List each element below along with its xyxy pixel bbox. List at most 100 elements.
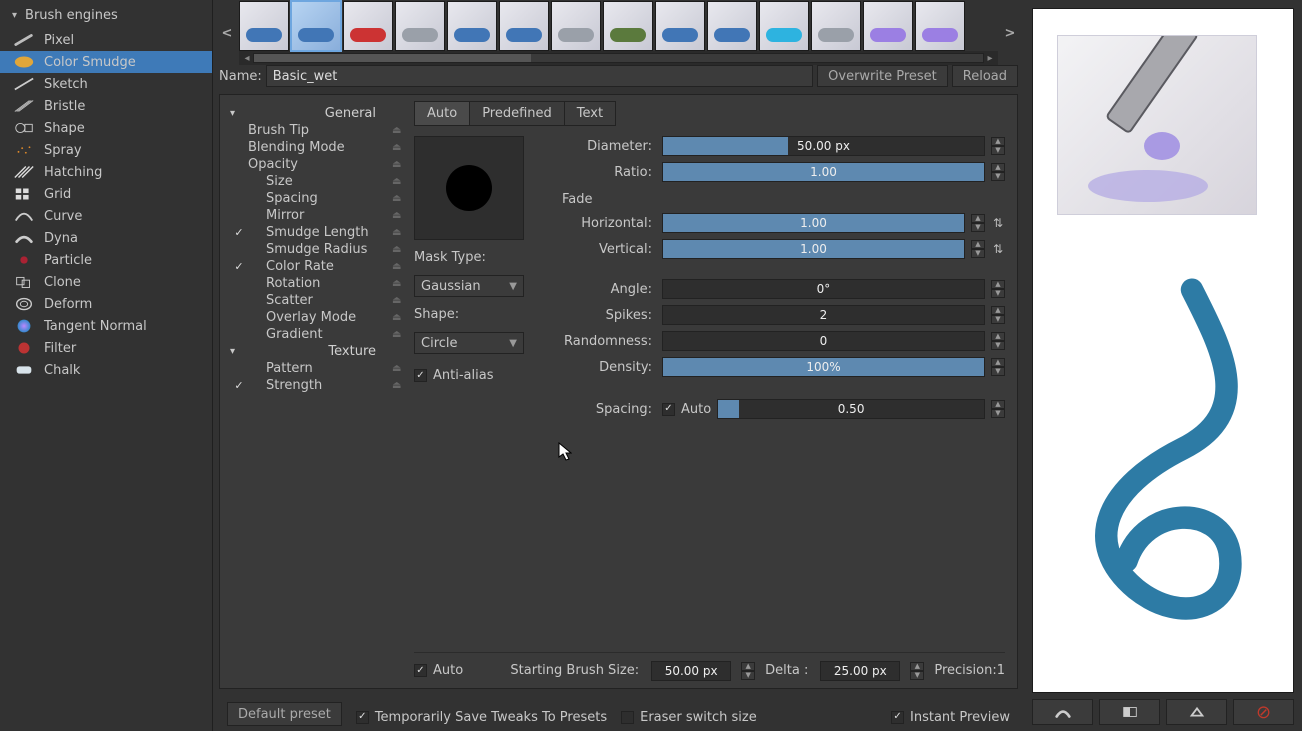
fill-stroke-button[interactable] [1032,699,1093,725]
default-preset-button[interactable]: Default preset [227,702,342,726]
spacing-spin[interactable]: ▲▼ [991,400,1005,418]
preset-thumb[interactable] [707,1,757,51]
horizontal-slider[interactable]: 1.00 [662,213,965,233]
engine-dyna[interactable]: Dyna [0,227,212,249]
tree-group-texture[interactable]: ▾Texture [230,343,404,360]
tree-item[interactable]: Blending Mode⏏ [230,139,404,156]
preset-scrollbar[interactable]: ◂ ▸ [239,51,998,65]
engine-deform[interactable]: Deform [0,293,212,315]
engine-clone[interactable]: Clone [0,271,212,293]
shape-combo[interactable]: Circle▼ [414,332,524,354]
eraser-switch-checkbox[interactable]: Eraser switch size [621,710,757,725]
vertical-slider[interactable]: 1.00 [662,239,965,259]
engine-shape[interactable]: Shape [0,117,212,139]
preset-thumb[interactable] [499,1,549,51]
lock-icon: ⏏ [392,312,404,323]
tree-item[interactable]: Overlay Mode⏏ [230,309,404,326]
tree-item[interactable]: Size⏏ [230,173,404,190]
tree-item[interactable]: Smudge Radius⏏ [230,241,404,258]
spacing-auto-checkbox[interactable]: Auto [662,402,711,417]
tree-item[interactable]: ✓Color Rate⏏ [230,258,404,275]
engine-color-smudge[interactable]: Color Smudge [0,51,212,73]
delta-spin[interactable]: ▲▼ [910,662,924,680]
link-icon[interactable]: ⇅ [991,216,1005,230]
tree-item[interactable]: Opacity⏏ [230,156,404,173]
preset-thumb[interactable] [603,1,653,51]
preset-thumb[interactable] [915,1,965,51]
spikes-slider[interactable]: 2 [662,305,985,325]
overwrite-preset-button[interactable]: Overwrite Preset [817,65,948,87]
tree-item[interactable]: Pattern⏏ [230,360,404,377]
temp-save-checkbox[interactable]: Temporarily Save Tweaks To Presets [356,710,607,725]
tab-auto[interactable]: Auto [415,102,470,125]
preset-thumb[interactable] [447,1,497,51]
tab-predefined[interactable]: Predefined [470,102,565,125]
vertical-spin[interactable]: ▲▼ [971,240,985,258]
start-size-field[interactable]: 50.00 px [651,661,731,681]
tree-item[interactable]: ✓Strength⏏ [230,377,404,394]
preset-prev-button[interactable]: < [219,26,235,41]
brush-tip-tabs: Auto Predefined Text [414,101,616,126]
tab-text[interactable]: Text [565,102,615,125]
tree-item[interactable]: Spacing⏏ [230,190,404,207]
ratio-spin[interactable]: ▲▼ [991,163,1005,181]
engine-spray[interactable]: Spray [0,139,212,161]
tree-item[interactable]: Gradient⏏ [230,326,404,343]
engine-label: Clone [44,275,81,290]
antialias-checkbox[interactable]: Anti-alias [414,368,544,383]
ratio-slider[interactable]: 1.00 [662,162,985,182]
delta-field[interactable]: 25.00 px [820,661,900,681]
preset-thumb[interactable] [811,1,861,51]
engine-curve[interactable]: Curve [0,205,212,227]
engine-sketch[interactable]: Sketch [0,73,212,95]
randomness-slider[interactable]: 0 [662,331,985,351]
preset-thumb[interactable] [395,1,445,51]
preview-column: ⊘ [1024,0,1302,731]
engine-label: Spray [44,143,82,158]
engine-grid[interactable]: Grid [0,183,212,205]
reload-button[interactable]: Reload [952,65,1018,87]
density-slider[interactable]: 100% [662,357,985,377]
engine-bristle[interactable]: Bristle [0,95,212,117]
start-size-spin[interactable]: ▲▼ [741,662,755,680]
spikes-spin[interactable]: ▲▼ [991,306,1005,324]
tree-item[interactable]: Brush Tip⏏ [230,122,404,139]
preset-name-input[interactable] [266,65,813,87]
preset-thumb[interactable] [655,1,705,51]
clear-button[interactable]: ⊘ [1233,699,1294,725]
density-spin[interactable]: ▲▼ [991,358,1005,376]
preset-thumb[interactable] [759,1,809,51]
engine-chalk[interactable]: Chalk [0,359,212,381]
tree-item[interactable]: Mirror⏏ [230,207,404,224]
link-icon[interactable]: ⇅ [991,242,1005,256]
diameter-spin[interactable]: ▲▼ [991,137,1005,155]
preset-next-button[interactable]: > [1002,26,1018,41]
preset-thumb[interactable] [239,1,289,51]
preset-thumb[interactable] [343,1,393,51]
preset-thumb[interactable] [291,1,341,51]
mask-type-combo[interactable]: Gaussian▼ [414,275,524,297]
angle-slider[interactable]: 0° [662,279,985,299]
precision-auto-checkbox[interactable]: Auto [414,663,463,678]
engine-particle[interactable]: Particle [0,249,212,271]
preset-thumb[interactable] [863,1,913,51]
horizontal-spin[interactable]: ▲▼ [971,214,985,232]
fill-gradient-button[interactable] [1099,699,1160,725]
diameter-slider[interactable]: 50.00 px [662,136,985,156]
spacing-slider[interactable]: 0.50 [717,399,985,419]
tree-item[interactable]: Rotation⏏ [230,275,404,292]
angle-spin[interactable]: ▲▼ [991,280,1005,298]
engine-hatching[interactable]: Hatching [0,161,212,183]
instant-preview-checkbox[interactable]: Instant Preview [891,710,1010,725]
scroll-right-icon[interactable]: ▸ [984,53,996,64]
preset-thumb[interactable] [551,1,601,51]
engine-pixel[interactable]: Pixel [0,29,212,51]
tree-group-general[interactable]: ▾General [230,105,404,122]
randomness-spin[interactable]: ▲▼ [991,332,1005,350]
tree-item[interactable]: Scatter⏏ [230,292,404,309]
fill-background-button[interactable] [1166,699,1227,725]
engine-filter[interactable]: Filter [0,337,212,359]
tree-item[interactable]: ✓Smudge Length⏏ [230,224,404,241]
scroll-left-icon[interactable]: ◂ [241,53,253,64]
engine-tangent-normal[interactable]: Tangent Normal [0,315,212,337]
